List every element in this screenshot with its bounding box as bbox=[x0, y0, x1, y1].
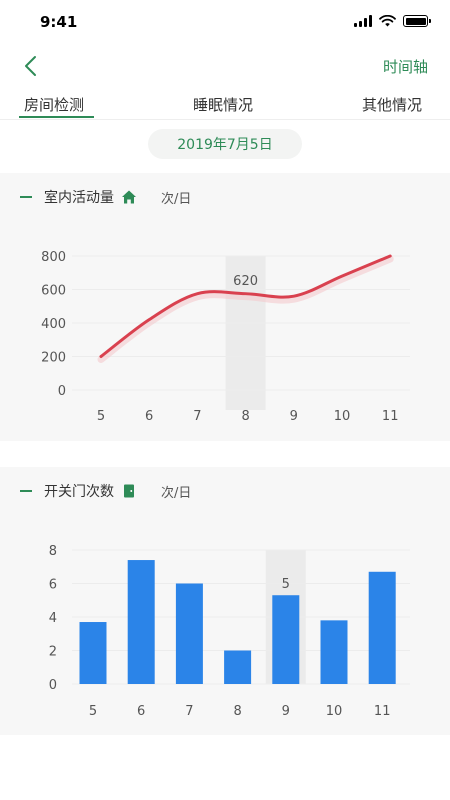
x-tick-label: 9 bbox=[282, 704, 290, 719]
x-tick-label: 6 bbox=[137, 704, 145, 719]
status-time: 9:41 bbox=[40, 13, 78, 31]
x-tick-label: 11 bbox=[382, 409, 399, 424]
bar bbox=[272, 595, 300, 684]
x-tick-label: 7 bbox=[185, 704, 193, 719]
bar bbox=[368, 571, 396, 684]
date-area: 2019年7月5日 bbox=[0, 121, 450, 167]
y-tick-label: 6 bbox=[49, 578, 57, 593]
x-tick-label: 8 bbox=[233, 704, 241, 719]
y-tick-label: 200 bbox=[41, 351, 66, 366]
battery-level bbox=[405, 17, 426, 25]
battery-icon bbox=[403, 15, 431, 27]
y-tick-label: 2 bbox=[49, 645, 57, 660]
bar bbox=[175, 583, 203, 684]
timeline-button[interactable]: 时间轴 bbox=[383, 56, 428, 77]
tab-sleep[interactable]: 睡眠情况 bbox=[193, 94, 253, 115]
x-tick-label: 11 bbox=[374, 704, 391, 719]
date-selector[interactable]: 2019年7月5日 bbox=[148, 129, 302, 159]
highlight-value-label: 5 bbox=[282, 577, 290, 592]
status-bar: 9:41 bbox=[0, 0, 450, 44]
status-icons bbox=[354, 14, 431, 28]
y-tick-label: 8 bbox=[49, 544, 57, 559]
x-tick-label: 5 bbox=[89, 704, 97, 719]
activity-card: 室内活动量 次/日 0 200 400 600 800 5 6 7 8 9 10 11 620 bbox=[0, 173, 450, 441]
cellular-signal-icon bbox=[354, 15, 372, 27]
x-tick-label: 8 bbox=[241, 409, 249, 424]
highlight-value-label: 620 bbox=[233, 274, 258, 289]
tab-other[interactable]: 其他情况 bbox=[362, 94, 422, 115]
x-tick-label: 7 bbox=[193, 409, 201, 424]
bar bbox=[224, 650, 252, 684]
y-tick-label: 800 bbox=[41, 250, 66, 265]
tab-bar: 房间检测 睡眠情况 其他情况 bbox=[0, 88, 450, 120]
y-tick-label: 600 bbox=[41, 284, 66, 299]
y-tick-label: 0 bbox=[58, 384, 66, 399]
bar bbox=[79, 622, 107, 684]
door-bar-chart: 0 2 4 6 8 5 6 7 8 9 10 11 5 bbox=[49, 544, 410, 719]
nav-bar: 时间轴 bbox=[0, 44, 450, 88]
wifi-icon bbox=[379, 15, 396, 27]
x-tick-label: 9 bbox=[290, 409, 298, 424]
x-tick-label: 10 bbox=[334, 409, 351, 424]
y-tick-label: 4 bbox=[49, 611, 57, 626]
y-tick-label: 400 bbox=[41, 317, 66, 332]
bar bbox=[127, 560, 155, 684]
active-tab-indicator bbox=[19, 116, 94, 118]
tab-room-monitor[interactable]: 房间检测 bbox=[24, 94, 84, 115]
activity-line-chart: 0 200 400 600 800 5 6 7 8 9 10 11 620 bbox=[41, 250, 410, 424]
x-tick-label: 6 bbox=[145, 409, 153, 424]
x-tick-label: 5 bbox=[97, 409, 105, 424]
y-tick-label: 0 bbox=[49, 678, 57, 693]
back-arrow-icon[interactable] bbox=[18, 53, 44, 79]
bar bbox=[320, 620, 348, 684]
x-tick-label: 10 bbox=[326, 704, 343, 719]
door-card: 开关门次数 次/日 0 2 4 6 8 5 6 7 8 9 10 11 5 bbox=[0, 467, 450, 735]
